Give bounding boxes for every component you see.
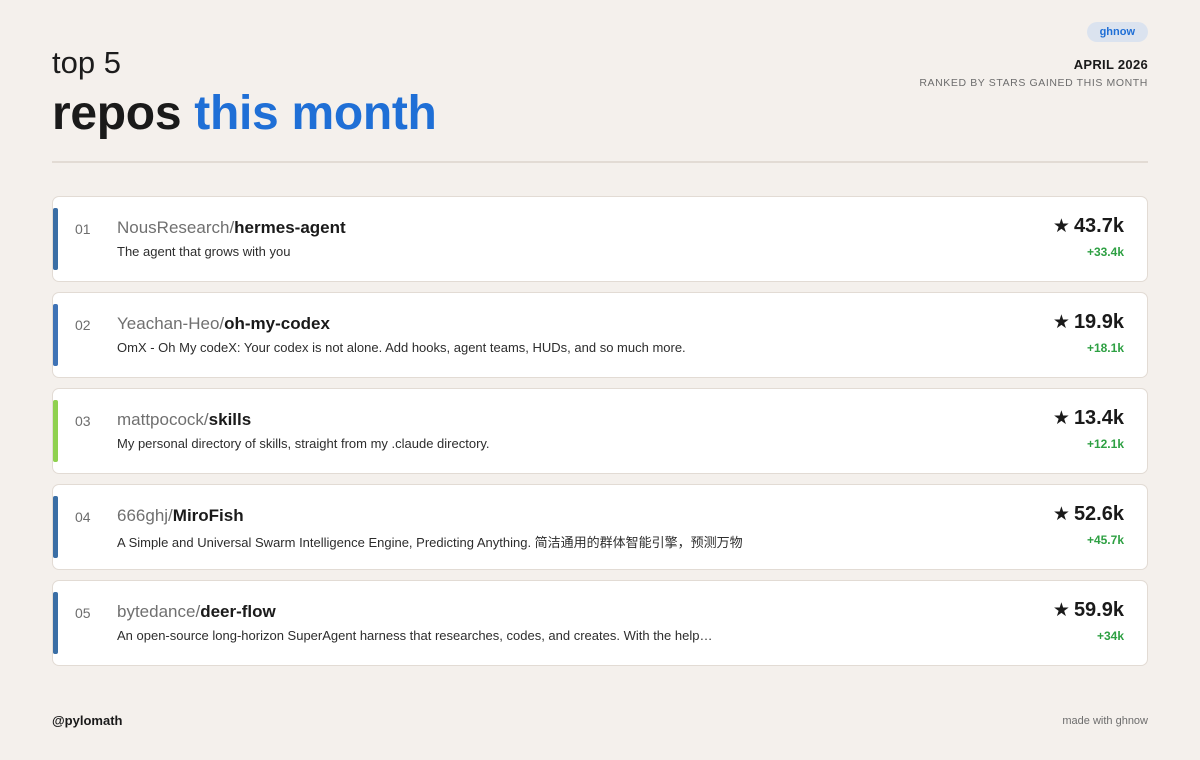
repo-name: MiroFish xyxy=(172,506,244,525)
star-count: 43.7k xyxy=(1073,215,1124,237)
repo-card[interactable]: 01 NousResearch/hermes-agent The agent t… xyxy=(52,196,1148,282)
repo-name: oh-my-codex xyxy=(224,314,330,333)
repo-rank: 03 xyxy=(75,413,91,429)
repo-owner: mattpocock/ xyxy=(117,410,209,429)
star-count: 52.6k xyxy=(1073,503,1124,525)
repo-name: deer-flow xyxy=(200,602,276,621)
repo-name-link[interactable]: mattpocock/skills xyxy=(117,409,251,431)
repo-description: A Simple and Universal Swarm Intelligenc… xyxy=(117,535,743,550)
repo-rank: 04 xyxy=(75,509,91,525)
ranking-subtitle: RANKED BY STARS GAINED THIS MONTH xyxy=(919,77,1148,89)
accent-bar xyxy=(53,304,58,366)
star-icon: ★ xyxy=(1052,600,1070,621)
repo-stars: ★ 59.9k xyxy=(1053,599,1124,622)
stars-gained: +45.7k xyxy=(1086,533,1124,547)
repo-description: My personal directory of skills, straigh… xyxy=(117,436,490,451)
period-label: APRIL 2026 xyxy=(1073,57,1148,72)
repo-card[interactable]: 02 Yeachan-Heo/oh-my-codex OmX - Oh My c… xyxy=(52,292,1148,378)
page-title: repos this month xyxy=(52,86,437,142)
star-icon: ★ xyxy=(1052,504,1070,525)
header-title-block: top 5 repos this month xyxy=(52,44,437,142)
repo-stars: ★ 43.7k xyxy=(1053,215,1124,238)
star-icon: ★ xyxy=(1052,408,1070,429)
header-meta: ghnow APRIL 2026 RANKED BY STARS GAINED … xyxy=(919,22,1148,89)
accent-bar xyxy=(53,592,58,654)
accent-bar xyxy=(53,400,58,462)
stars-gained: +18.1k xyxy=(1086,341,1124,355)
repo-description: The agent that grows with you xyxy=(117,244,291,259)
repo-rank: 05 xyxy=(75,605,91,621)
repo-description: OmX - Oh My codeX: Your codex is not alo… xyxy=(117,340,686,355)
author-handle: @pylomath xyxy=(52,713,123,728)
accent-bar xyxy=(53,208,58,270)
star-icon: ★ xyxy=(1052,216,1070,237)
title-main: repos xyxy=(52,87,182,140)
star-count: 19.9k xyxy=(1073,311,1124,333)
repo-card[interactable]: 05 bytedance/deer-flow An open-source lo… xyxy=(52,580,1148,666)
repo-name-link[interactable]: bytedance/deer-flow xyxy=(117,601,276,623)
repo-rank: 02 xyxy=(75,317,91,333)
repo-description: An open-source long-horizon SuperAgent h… xyxy=(117,628,713,643)
repo-list: 01 NousResearch/hermes-agent The agent t… xyxy=(52,196,1148,676)
repo-stars: ★ 52.6k xyxy=(1053,503,1124,526)
stars-gained: +33.4k xyxy=(1086,245,1124,259)
repo-owner: 666ghj/ xyxy=(117,506,173,525)
repo-owner: bytedance/ xyxy=(117,602,201,621)
stars-gained: +12.1k xyxy=(1086,437,1124,451)
repo-stars: ★ 13.4k xyxy=(1053,407,1124,430)
repo-stars: ★ 19.9k xyxy=(1053,311,1124,334)
repo-rank: 01 xyxy=(75,221,91,237)
kicker-text: top 5 xyxy=(52,45,121,80)
brand-badge: ghnow xyxy=(1086,22,1148,42)
title-accent: this month xyxy=(194,87,437,140)
star-count: 13.4k xyxy=(1073,407,1124,429)
header-divider xyxy=(52,161,1148,163)
made-with-credit: made with ghnow xyxy=(1062,715,1148,727)
repo-name: skills xyxy=(208,410,252,429)
repo-card[interactable]: 04 666ghj/MiroFish A Simple and Universa… xyxy=(52,484,1148,570)
repo-owner: NousResearch/ xyxy=(117,218,235,237)
repo-card[interactable]: 03 mattpocock/skills My personal directo… xyxy=(52,388,1148,474)
accent-bar xyxy=(53,496,58,558)
repo-name: hermes-agent xyxy=(234,218,346,237)
repo-name-link[interactable]: Yeachan-Heo/oh-my-codex xyxy=(117,313,330,335)
star-count: 59.9k xyxy=(1073,599,1124,621)
stars-gained: +34k xyxy=(1096,629,1124,643)
repo-name-link[interactable]: 666ghj/MiroFish xyxy=(117,505,244,527)
repo-owner: Yeachan-Heo/ xyxy=(117,314,225,333)
star-icon: ★ xyxy=(1052,312,1070,333)
repo-name-link[interactable]: NousResearch/hermes-agent xyxy=(117,217,346,239)
